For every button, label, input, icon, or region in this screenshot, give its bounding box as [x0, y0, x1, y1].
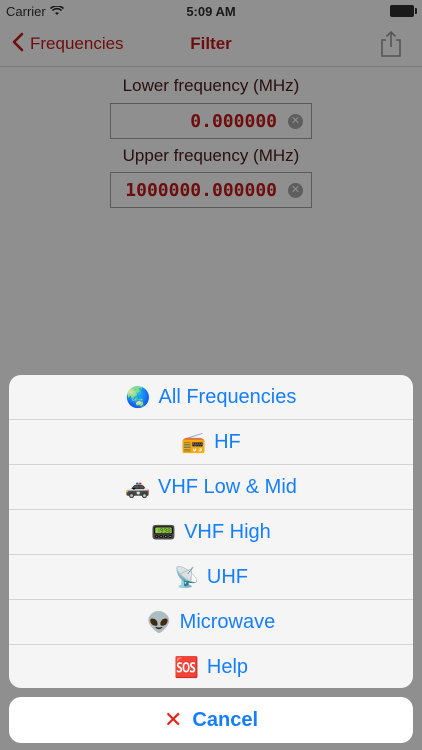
upper-frequency-label: Upper frequency (MHz) [122, 146, 300, 165]
sheet-item-label: All Frequencies [158, 385, 297, 408]
lower-frequency-input[interactable]: 0.000000 ✕ [110, 103, 312, 139]
sheet-item-label: Help [206, 655, 249, 678]
clear-lower-icon[interactable]: ✕ [288, 114, 303, 129]
radio-icon: 📻 [181, 431, 207, 454]
share-icon [381, 30, 401, 57]
sheet-item-vhf-low-mid[interactable]: 🚓 VHF Low & Mid [9, 465, 413, 510]
sheet-item-vhf-high[interactable]: 📟 VHF High [9, 510, 413, 555]
lower-frequency-label: Lower frequency (MHz) [122, 76, 300, 95]
globe-icon: 🌏 [125, 386, 151, 409]
alien-icon: 👽 [146, 611, 172, 634]
status-bar: Carrier 5:09 AM [0, 0, 422, 22]
status-time: 5:09 AM [186, 4, 236, 19]
sheet-item-label: UHF [206, 565, 248, 588]
share-button[interactable] [380, 30, 402, 58]
sheet-item-help[interactable]: 🆘 Help [9, 645, 413, 688]
lower-frequency-value: 0.000000 [190, 111, 277, 132]
sheet-item-microwave[interactable]: 👽 Microwave [9, 600, 413, 645]
sheet-item-label: HF [214, 430, 241, 453]
cancel-button-label: Cancel [192, 708, 259, 731]
sheet-item-label: VHF Low & Mid [157, 475, 297, 498]
cross-icon: ✕ [163, 707, 183, 732]
cancel-button[interactable]: ✕ Cancel [9, 697, 413, 743]
clear-upper-icon[interactable]: ✕ [288, 183, 303, 198]
action-sheet: 🌏 All Frequencies 📻 HF 🚓 VHF Low & Mid 📟… [9, 375, 413, 688]
satellite-dish-icon: 📡 [173, 566, 199, 589]
sheet-item-uhf[interactable]: 📡 UHF [9, 555, 413, 600]
sheet-item-hf[interactable]: 📻 HF [9, 420, 413, 465]
battery-icon [390, 5, 417, 17]
pager-icon: 📟 [151, 521, 177, 544]
sheet-item-label: VHF High [184, 520, 271, 543]
sheet-item-all-frequencies[interactable]: 🌏 All Frequencies [9, 375, 413, 420]
upper-frequency-value: 1000000.000000 [125, 180, 277, 201]
navigation-bar: Frequencies Filter [0, 22, 422, 67]
sos-icon: 🆘 [173, 656, 199, 679]
page-title: Filter [190, 34, 232, 53]
upper-frequency-input[interactable]: 1000000.000000 ✕ [110, 172, 312, 208]
sheet-item-label: Microwave [179, 610, 276, 633]
police-car-icon: 🚓 [125, 476, 150, 499]
